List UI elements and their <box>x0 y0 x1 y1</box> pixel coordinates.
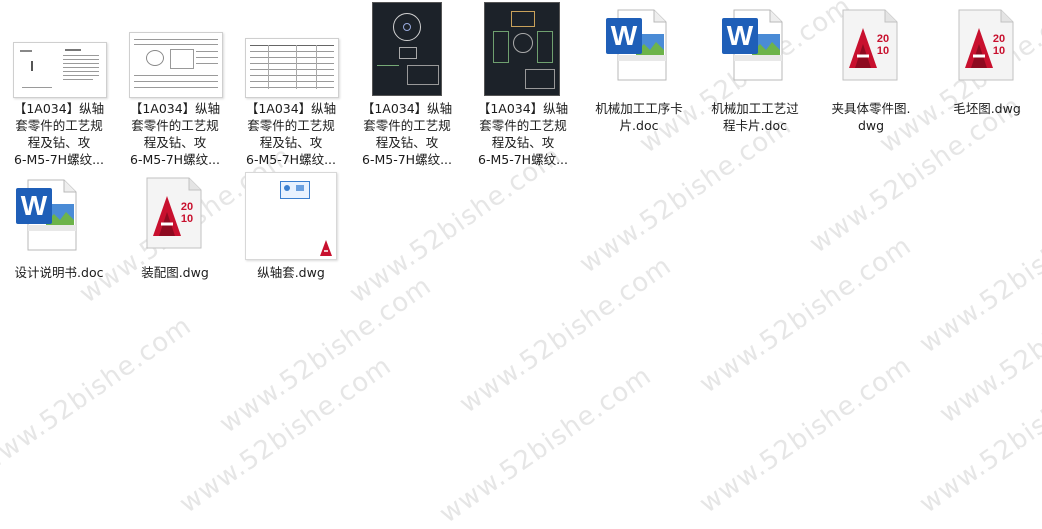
autocad-small-badge-icon <box>318 239 334 257</box>
file-name-label: 装配图.dwg <box>141 265 209 280</box>
file-name-label: 【1A034】纵轴 套零件的工艺规 程及钻、攻 6-M5-7H螺纹... <box>129 101 221 167</box>
cad-drawing-thumbnail-icon <box>484 2 560 96</box>
svg-text:10: 10 <box>877 45 889 57</box>
watermark-text: www.52bishe.com <box>934 260 1042 430</box>
watermark-text: www.52bishe.com <box>914 190 1042 360</box>
file-item[interactable]: 【1A034】纵轴 套零件的工艺规 程及钻、攻 6-M5-7H螺纹... <box>466 2 580 168</box>
svg-text:20: 20 <box>877 33 889 45</box>
file-item[interactable]: W 机械加工工艺过 程卡片.doc <box>698 8 812 134</box>
file-name-label: 毛坯图.dwg <box>953 101 1021 116</box>
watermark-text: www.52bishe.com <box>214 270 438 440</box>
watermark-text: www.52bishe.com <box>574 110 798 280</box>
file-name-label: 【1A034】纵轴 套零件的工艺规 程及钻、攻 6-M5-7H螺纹... <box>13 101 105 167</box>
file-item[interactable]: 20 10 毛坯图.dwg <box>930 8 1042 117</box>
svg-text:20: 20 <box>181 201 193 213</box>
file-name-label: 机械加工工艺过 程卡片.doc <box>711 101 799 133</box>
file-name-label: 【1A034】纵轴 套零件的工艺规 程及钻、攻 6-M5-7H螺纹... <box>361 101 453 167</box>
file-item[interactable]: W 设计说明书.doc <box>2 178 116 281</box>
file-item[interactable]: 20 10 夹具体零件图. dwg <box>814 8 928 134</box>
file-item[interactable]: 20 10 装配图.dwg <box>118 176 232 281</box>
word-doc-icon: W <box>720 8 784 82</box>
svg-text:10: 10 <box>993 45 1005 57</box>
svg-text:W: W <box>611 20 638 51</box>
file-item[interactable]: 【1A034】纵轴 套零件的工艺规 程及钻、攻 6-M5-7H螺纹... <box>118 8 232 168</box>
word-doc-icon: W <box>604 8 668 82</box>
file-item[interactable]: W 机械加工工序卡 片.doc <box>582 8 696 134</box>
file-item[interactable]: 【1A034】纵轴 套零件的工艺规 程及钻、攻 6-M5-7H螺纹... <box>2 8 116 168</box>
file-item[interactable]: 纵轴套.dwg <box>234 172 348 281</box>
svg-text:10: 10 <box>181 213 193 225</box>
file-name-label: 设计说明书.doc <box>14 265 104 280</box>
dwg-thumbnail-icon <box>245 172 337 260</box>
svg-text:W: W <box>727 20 754 51</box>
file-name-label: 【1A034】纵轴 套零件的工艺规 程及钻、攻 6-M5-7H螺纹... <box>477 101 569 167</box>
file-explorer-view: { "watermark": { "text": "www.52bishe.co… <box>0 0 1042 529</box>
process-card-thumbnail-icon <box>129 32 223 98</box>
table-thumbnail-icon <box>245 38 339 98</box>
autocad-dwg-icon: 20 10 <box>143 176 207 250</box>
watermark-text: www.52bishe.com <box>694 230 918 400</box>
file-item[interactable]: 【1A034】纵轴 套零件的工艺规 程及钻、攻 6-M5-7H螺纹... <box>350 2 464 168</box>
svg-text:W: W <box>21 190 48 221</box>
watermark-text: www.52bishe.com <box>914 350 1042 520</box>
watermark-text: www.52bishe.com <box>454 250 678 420</box>
file-name-label: 机械加工工序卡 片.doc <box>595 101 683 133</box>
autocad-dwg-icon: 20 10 <box>955 8 1019 82</box>
file-name-label: 夹具体零件图. dwg <box>831 101 911 133</box>
file-name-label: 纵轴套.dwg <box>257 265 325 280</box>
cad-drawing-thumbnail-icon <box>372 2 442 96</box>
file-name-label: 【1A034】纵轴 套零件的工艺规 程及钻、攻 6-M5-7H螺纹... <box>245 101 337 167</box>
watermark-text: www.52bishe.com <box>0 310 198 480</box>
autocad-dwg-icon: 20 10 <box>839 8 903 82</box>
word-doc-icon: W <box>14 178 78 252</box>
watermark-text: www.52bishe.com <box>434 360 658 529</box>
file-item[interactable]: 【1A034】纵轴 套零件的工艺规 程及钻、攻 6-M5-7H螺纹... <box>234 8 348 168</box>
watermark-text: www.52bishe.com <box>174 350 398 520</box>
watermark-text: www.52bishe.com <box>694 350 918 520</box>
svg-text:20: 20 <box>993 33 1005 45</box>
document-thumbnail-icon <box>13 42 107 98</box>
